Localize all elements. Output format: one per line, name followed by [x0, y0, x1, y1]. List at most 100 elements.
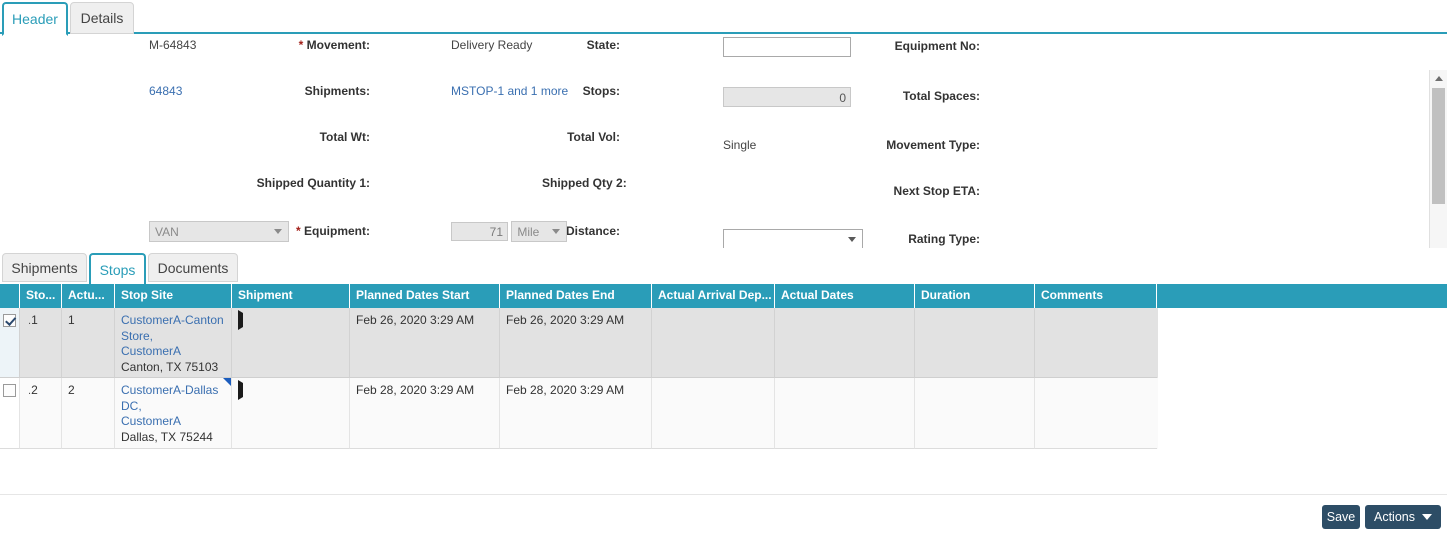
field-shipped-qty-2: Shipped Qty 2:: [370, 172, 627, 195]
stop-site-link-line1[interactable]: CustomerA-Dallas: [121, 383, 231, 399]
subtab-documents-label: Documents: [157, 259, 229, 276]
expand-triangle-icon[interactable]: [238, 380, 243, 400]
cell-stop-site[interactable]: CustomerA-Dallas DC, CustomerA Dallas, T…: [115, 378, 232, 449]
cell-planned-dates-start: Feb 26, 2020 3:29 AM: [350, 308, 500, 378]
total-spaces-input[interactable]: 0: [723, 86, 851, 107]
stop-site-link-line1[interactable]: CustomerA-Canton: [121, 313, 231, 329]
field-rating-type-label: Rating Type:: [908, 232, 980, 246]
column-header-duration[interactable]: Duration: [915, 284, 1035, 308]
stop-site-link-line2[interactable]: DC,: [121, 399, 231, 415]
row-checkbox[interactable]: [3, 314, 16, 327]
column-header-planned-dates-start[interactable]: Planned Dates Start: [350, 284, 500, 308]
cell-shipment[interactable]: [232, 308, 350, 378]
field-equipment: * Equipment: VAN: [0, 218, 370, 244]
field-movement-type: Movement Type: Single: [620, 134, 980, 157]
equipment-select-value: VAN: [155, 224, 179, 239]
column-header-select-all[interactable]: [0, 284, 20, 308]
field-stops: Stops: MSTOP-1 and 1 more: [370, 80, 620, 103]
stop-site-link-line3[interactable]: CustomerA: [121, 414, 231, 430]
field-total-vol: Total Vol:: [370, 126, 620, 149]
column-header-actual-arrival-dep[interactable]: Actual Arrival Dep...: [652, 284, 775, 308]
equipment-select[interactable]: VAN: [149, 221, 289, 243]
cell-actual-dates: [775, 378, 915, 449]
field-movement-type-label: Movement Type:: [886, 138, 980, 152]
cell-actual-seq: 1: [62, 308, 115, 378]
column-header-filler: [1157, 284, 1447, 308]
cell-stop-seq-value: 1: [31, 313, 38, 327]
scrollbar-thumb[interactable]: [1432, 88, 1445, 204]
subtab-shipments[interactable]: Shipments: [2, 253, 87, 282]
tab-details-label: Details: [80, 10, 124, 26]
equipment-no-input[interactable]: [723, 36, 851, 57]
stops-grid-header: Sto... Actu... Stop Site Shipment Planne…: [0, 284, 1447, 308]
cell-planned-dates-end: Feb 26, 2020 3:29 AM: [500, 308, 652, 378]
tab-details[interactable]: Details: [70, 2, 134, 34]
stop-site-address: Canton, TX 75103: [121, 360, 219, 375]
table-row[interactable]: .2 2 CustomerA-Dallas DC, CustomerA Dall…: [0, 378, 1158, 449]
column-header-planned-dates-end[interactable]: Planned Dates End: [500, 284, 652, 308]
field-total-spaces: Total Spaces: 0: [620, 84, 980, 109]
field-next-stop-eta: Next Stop ETA:: [620, 180, 980, 203]
stops-grid-body: .1 1 CustomerA-Canton Store, CustomerA C…: [0, 308, 1158, 449]
cell-stop-seq: .2: [20, 378, 62, 449]
form-column-3: Equipment No: Total Spaces: 0 Movement T…: [620, 34, 980, 248]
chevron-down-icon: [1422, 514, 1432, 520]
save-button[interactable]: Save: [1322, 505, 1360, 529]
field-total-spaces-label: Total Spaces:: [902, 89, 980, 103]
cell-duration: [915, 378, 1035, 449]
distance-input[interactable]: 71: [451, 222, 508, 242]
header-form-panel: * Movement: M-64843 Shipments: 64843 Tot…: [0, 34, 1447, 248]
edited-corner-marker-icon: [223, 378, 231, 386]
field-distance: Distance: 71 Mile: [370, 218, 620, 244]
column-header-shipment[interactable]: Shipment: [232, 284, 350, 308]
cell-stop-seq-value: 2: [31, 383, 38, 397]
tab-header[interactable]: Header: [2, 2, 68, 36]
field-movement-label: * Movement:: [298, 38, 370, 52]
cell-duration: [915, 308, 1035, 378]
cell-shipment[interactable]: [232, 378, 350, 449]
field-shipped-qty-2-label: Shipped Qty 2:: [542, 176, 627, 190]
cell-planned-dates-start: Feb 28, 2020 3:29 AM: [350, 378, 500, 449]
distance-unit-select[interactable]: Mile: [511, 221, 568, 243]
row-select-cell[interactable]: [0, 378, 20, 449]
table-row[interactable]: .1 1 CustomerA-Canton Store, CustomerA C…: [0, 308, 1158, 378]
cell-comments: [1035, 308, 1157, 378]
field-total-vol-label: Total Vol:: [567, 130, 620, 144]
cell-stop-site[interactable]: CustomerA-Canton Store, CustomerA Canton…: [115, 308, 232, 378]
rating-type-select[interactable]: [723, 229, 863, 248]
subtab-documents[interactable]: Documents: [148, 253, 238, 282]
header-form-scrollbar[interactable]: [1429, 70, 1447, 248]
field-next-stop-eta-label: Next Stop ETA:: [893, 184, 980, 198]
actions-button[interactable]: Actions: [1365, 505, 1441, 529]
field-equipment-no-label: Equipment No:: [894, 39, 980, 53]
scroll-up-arrow-icon[interactable]: [1430, 70, 1447, 87]
subtab-stops[interactable]: Stops: [89, 253, 146, 284]
field-shipments-link[interactable]: 64843: [149, 80, 182, 103]
cell-planned-dates-end: Feb 28, 2020 3:29 AM: [500, 378, 652, 449]
field-shipped-quantity-1: Shipped Quantity 1:: [0, 172, 370, 195]
cell-actual-dates: [775, 308, 915, 378]
stops-grid: Sto... Actu... Stop Site Shipment Planne…: [0, 284, 1447, 449]
cell-actual-arrival-dep: [652, 308, 775, 378]
cell-stop-seq: .1: [20, 308, 62, 378]
field-stops-link[interactable]: MSTOP-1 and 1 more: [451, 80, 568, 103]
distance-unit-value: Mile: [517, 224, 540, 239]
subtab-stops-label: Stops: [99, 261, 136, 278]
field-state-label: State:: [586, 38, 620, 52]
expand-triangle-icon[interactable]: [238, 310, 243, 330]
chevron-down-icon: [545, 222, 567, 242]
row-select-cell[interactable]: [0, 308, 20, 378]
stop-site-link-line2[interactable]: Store,: [121, 329, 231, 345]
field-shipped-quantity-1-label: Shipped Quantity 1:: [256, 176, 370, 190]
cell-actual-arrival-dep: [652, 378, 775, 449]
column-header-stop-site[interactable]: Stop Site: [115, 284, 232, 308]
column-header-comments[interactable]: Comments: [1035, 284, 1157, 308]
column-header-actual-seq[interactable]: Actu...: [62, 284, 115, 308]
form-column-2: State: Delivery Ready Stops: MSTOP-1 and…: [370, 34, 627, 248]
row-checkbox[interactable]: [3, 384, 16, 397]
footer-bar: Save Actions: [0, 494, 1447, 539]
stop-site-link-line3[interactable]: CustomerA: [121, 344, 231, 360]
field-shipments-label: Shipments:: [304, 84, 370, 98]
column-header-actual-dates[interactable]: Actual Dates: [775, 284, 915, 308]
column-header-stop-seq[interactable]: Sto...: [20, 284, 62, 308]
